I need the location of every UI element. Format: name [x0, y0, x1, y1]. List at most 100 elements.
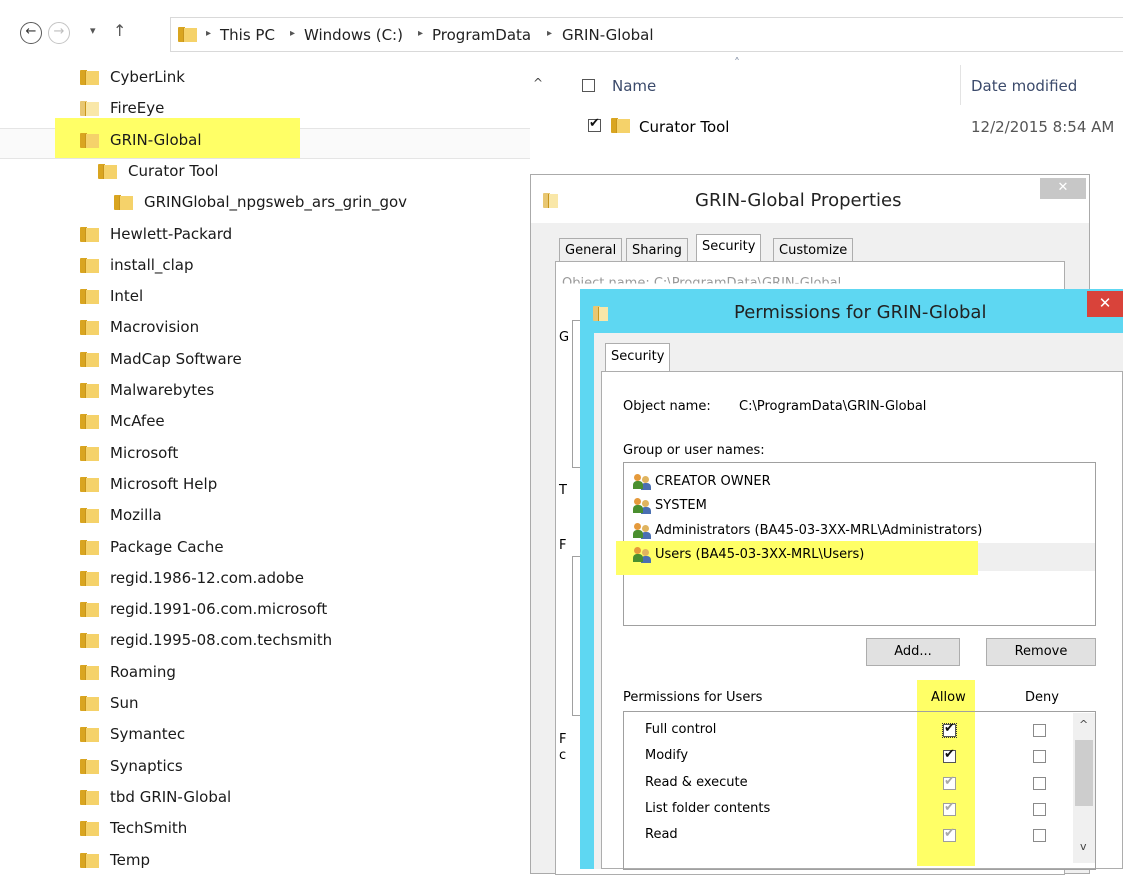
tree-item-label: Curator Tool [128, 161, 219, 180]
tree-item[interactable]: Intel [80, 282, 510, 312]
user-list[interactable]: CREATOR OWNER SYSTEM Administrators (BA45-… [616, 462, 1096, 626]
user-group-icon [633, 498, 653, 515]
tree-item[interactable]: TechSmith [80, 814, 510, 844]
partial-label: F [559, 732, 567, 747]
tree-item[interactable]: Malwarebytes [80, 376, 510, 406]
tab-general[interactable]: General [559, 238, 623, 262]
allow-checkbox[interactable] [943, 774, 956, 790]
tree-item[interactable]: Sun [80, 689, 510, 719]
select-all-checkbox[interactable] [582, 79, 595, 92]
chevron-right-icon[interactable]: ▸ [206, 28, 211, 39]
back-button[interactable]: ← [20, 22, 42, 44]
user-list-item[interactable]: Administrators (BA45-03-3XX-MRL\Administ… [629, 519, 1089, 543]
breadcrumb-windows-c[interactable]: Windows (C:) [304, 26, 403, 44]
tree-item[interactable]: tbd GRIN-Global [80, 783, 510, 813]
chevron-right-icon[interactable]: ▸ [547, 28, 552, 39]
chevron-right-icon[interactable]: ▸ [418, 28, 423, 39]
tree-item-label: install_clap [110, 255, 194, 274]
recent-locations-icon[interactable]: ▾ [90, 24, 96, 37]
tree-item-label: regid.1991-06.com.microsoft [110, 600, 328, 619]
tree-item-label: Roaming [110, 662, 176, 681]
allow-checkbox[interactable] [942, 721, 957, 738]
row-checkbox[interactable] [588, 116, 601, 132]
forward-button[interactable]: → [48, 22, 70, 44]
remove-button[interactable]: Remove [986, 638, 1096, 666]
breadcrumb-grin-global[interactable]: GRIN-Global [562, 26, 654, 44]
tab-customize[interactable]: Customize [773, 238, 854, 262]
tree-item[interactable]: Temp [80, 846, 510, 876]
tree-item[interactable]: MadCap Software [80, 345, 510, 375]
allow-column-label: Allow [931, 690, 966, 705]
tree-item-label: Mozilla [110, 506, 162, 525]
column-header-date-modified[interactable]: Date modified [971, 77, 1077, 95]
tab-security[interactable]: Security [696, 234, 762, 261]
file-row[interactable]: Curator Tool 12/2/2015 8:54 AM [578, 111, 1123, 141]
permissions-list[interactable]: Full control Modify Read & execute List fol… [623, 711, 1096, 870]
user-list-item[interactable]: CREATOR OWNER [629, 470, 1089, 494]
close-icon: ✕ [1098, 294, 1112, 312]
up-arrow-icon[interactable]: ↑ [113, 21, 126, 40]
tree-item-label: FireEye [110, 99, 165, 118]
partial-label: c [559, 748, 567, 763]
close-button[interactable]: ✕ [1040, 178, 1086, 199]
permissions-for-label: Permissions for Users [623, 690, 763, 705]
tree-item[interactable]: Mozilla [80, 501, 510, 531]
user-list-item[interactable]: Users (BA45-03-3XX-MRL\Users) [629, 543, 1089, 567]
breadcrumb-programdata[interactable]: ProgramData [432, 26, 531, 44]
deny-checkbox[interactable] [1033, 802, 1046, 816]
tree-item[interactable]: install_clap [80, 251, 510, 281]
folder-icon [593, 306, 608, 321]
scroll-up-icon[interactable]: ^ [533, 76, 543, 90]
tree-item[interactable]: FireEye [80, 94, 510, 124]
tree-item[interactable]: Hewlett-Packard [80, 220, 510, 250]
allow-checkbox[interactable] [943, 747, 956, 764]
tree-item[interactable]: Macrovision [80, 313, 510, 343]
partial-label: T [559, 483, 567, 498]
tree-item-label: regid.1995-08.com.techsmith [110, 631, 333, 650]
tree-item[interactable]: CyberLink [80, 63, 510, 93]
permission-name: Full control [645, 722, 717, 737]
tree-item-label: MadCap Software [110, 349, 242, 368]
allow-checkbox[interactable] [943, 800, 956, 816]
tree-item[interactable]: GRINGlobal_npgsweb_ars_grin_gov [114, 188, 544, 218]
add-button[interactable]: Add... [866, 638, 960, 666]
tree-item[interactable]: Roaming [80, 658, 510, 688]
column-header-name[interactable]: Name [612, 77, 656, 95]
scroll-up-icon[interactable]: ^ [1079, 718, 1088, 731]
tree-item[interactable]: GRIN-Global [80, 126, 510, 156]
scrollbar-thumb[interactable] [1075, 740, 1093, 806]
close-button[interactable]: ✕ [1087, 291, 1123, 317]
deny-checkbox[interactable] [1033, 829, 1046, 843]
tree-item[interactable]: McAfee [80, 407, 510, 437]
tree-item[interactable]: Curator Tool [98, 157, 528, 187]
user-list-item[interactable]: SYSTEM [629, 494, 1089, 518]
folder-icon [98, 163, 117, 179]
tree-item[interactable]: regid.1995-08.com.techsmith [80, 626, 510, 656]
tree-item-label: Sun [110, 694, 139, 712]
tree-item[interactable]: regid.1986-12.com.adobe [80, 564, 510, 594]
permission-name: List folder contents [645, 800, 771, 816]
tree-item[interactable]: Synaptics [80, 752, 510, 782]
tree-item-label: GRIN-Global [110, 130, 202, 149]
tree-item[interactable]: Symantec [80, 720, 510, 750]
deny-checkbox[interactable] [1033, 776, 1046, 790]
deny-checkbox[interactable] [1033, 724, 1046, 737]
folder-icon [80, 821, 99, 837]
scroll-down-icon[interactable]: v [1080, 840, 1087, 853]
allow-checkbox[interactable] [943, 826, 956, 843]
tree-item[interactable]: Microsoft Help [80, 470, 510, 500]
tree-item[interactable]: Microsoft [80, 439, 510, 469]
chevron-right-icon[interactable]: ▸ [290, 28, 295, 39]
breadcrumb-this-pc[interactable]: This PC [220, 26, 275, 44]
folder-icon [80, 414, 99, 430]
folder-icon [543, 193, 558, 208]
permission-name: Read & execute [645, 774, 748, 790]
tree-item[interactable]: Package Cache [80, 533, 510, 563]
deny-checkbox[interactable] [1033, 750, 1046, 764]
tree-item[interactable]: regid.1991-06.com.microsoft [80, 595, 510, 625]
file-date: 12/2/2015 8:54 AM [971, 118, 1115, 136]
tab-sharing[interactable]: Sharing [626, 238, 688, 262]
folder-icon [80, 383, 99, 398]
object-name-label: Object name: [623, 399, 711, 414]
tab-security[interactable]: Security [605, 343, 671, 372]
